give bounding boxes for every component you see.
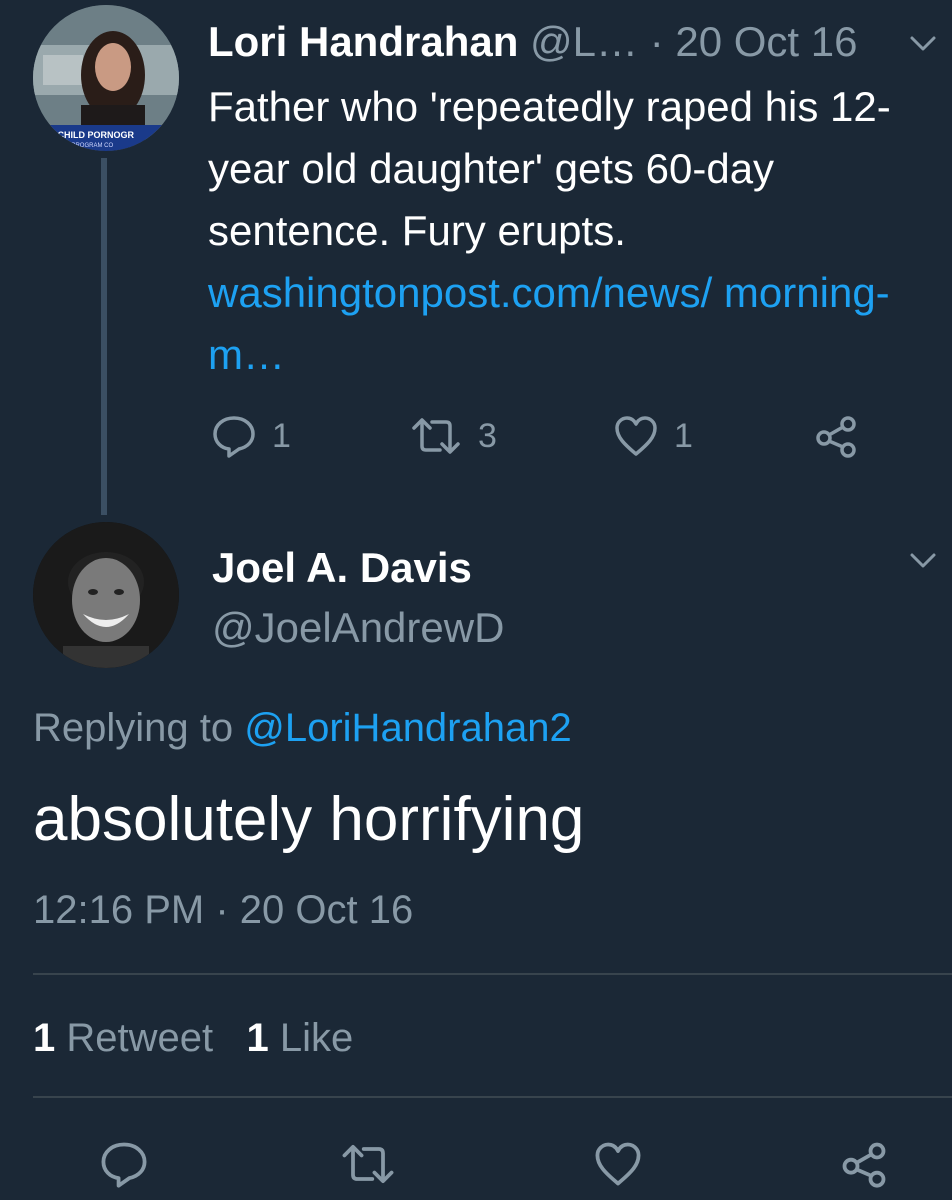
parent-tweet-date[interactable]: 20 Oct 16 xyxy=(675,18,857,65)
share-icon xyxy=(816,416,856,458)
parent-author-handle[interactable]: @L… xyxy=(530,18,638,65)
retweet-icon xyxy=(412,418,460,454)
avatar-image: ING CHILD PORNOGR OWER" PROGRAM CO xyxy=(33,5,179,151)
share-button[interactable] xyxy=(838,1138,890,1190)
reply-button[interactable] xyxy=(98,1138,150,1190)
share-icon xyxy=(842,1142,886,1188)
like-stat[interactable]: 1 Like xyxy=(246,1016,353,1060)
heart-icon xyxy=(615,416,657,456)
heart-icon xyxy=(595,1142,641,1186)
parent-tweet-link[interactable]: washingtonpost.com/news/ morning-m… xyxy=(208,262,928,386)
reply-count: 1 xyxy=(272,416,291,455)
replying-to-line: Replying to @LoriHandrahan2 xyxy=(33,706,572,751)
thread-connector-line xyxy=(101,158,107,515)
engagement-stats: 1 Retweet 1 Like xyxy=(33,1016,353,1061)
retweet-stat-number: 1 xyxy=(33,1016,56,1060)
divider xyxy=(33,1096,952,1098)
like-stat-label: Like xyxy=(279,1016,354,1060)
avatar-caption-line2: OWER" PROGRAM CO xyxy=(49,143,113,149)
header-separator: · xyxy=(649,18,676,65)
reply-author-name[interactable]: Joel A. Davis xyxy=(212,544,472,592)
divider xyxy=(33,973,952,975)
avatar-lori-handrahan[interactable]: ING CHILD PORNOGR OWER" PROGRAM CO xyxy=(33,5,179,151)
parent-like-button[interactable]: 1 xyxy=(612,412,693,460)
retweet-count: 3 xyxy=(478,416,497,455)
parent-author-name[interactable]: Lori Handrahan xyxy=(208,18,518,65)
avatar-joel-davis[interactable] xyxy=(33,522,179,668)
parent-share-button[interactable] xyxy=(812,412,860,460)
parent-retweet-button[interactable]: 3 xyxy=(408,412,497,460)
retweet-stat[interactable]: 1 Retweet xyxy=(33,1016,213,1060)
parent-reply-button[interactable]: 1 xyxy=(210,412,291,460)
parent-tweet-header: Lori Handrahan @L… · 20 Oct 16 xyxy=(208,14,908,70)
avatar-image xyxy=(33,522,179,668)
retweet-stat-label: Retweet xyxy=(66,1016,214,1060)
retweet-icon xyxy=(342,1144,394,1184)
reply-author-handle[interactable]: @JoelAndrewD xyxy=(212,604,504,652)
like-button[interactable] xyxy=(592,1138,644,1190)
parent-tweet-text: Father who 'repeatedly raped his 12-year… xyxy=(208,83,891,254)
avatar-caption-line1: ING CHILD PORNOGR xyxy=(39,130,135,140)
replying-to-label: Replying to xyxy=(33,706,234,750)
like-count: 1 xyxy=(674,416,693,455)
replying-to-mention[interactable]: @LoriHandrahan2 xyxy=(244,706,571,750)
reply-tweet-text: absolutely horrifying xyxy=(33,785,585,854)
reply-icon xyxy=(213,416,255,458)
chevron-down-icon[interactable] xyxy=(908,545,938,575)
reply-timestamp[interactable]: 12:16 PM · 20 Oct 16 xyxy=(33,888,413,933)
like-stat-number: 1 xyxy=(246,1016,269,1060)
reply-icon xyxy=(101,1142,147,1188)
chevron-down-icon[interactable] xyxy=(908,28,938,58)
retweet-button[interactable] xyxy=(338,1138,398,1190)
